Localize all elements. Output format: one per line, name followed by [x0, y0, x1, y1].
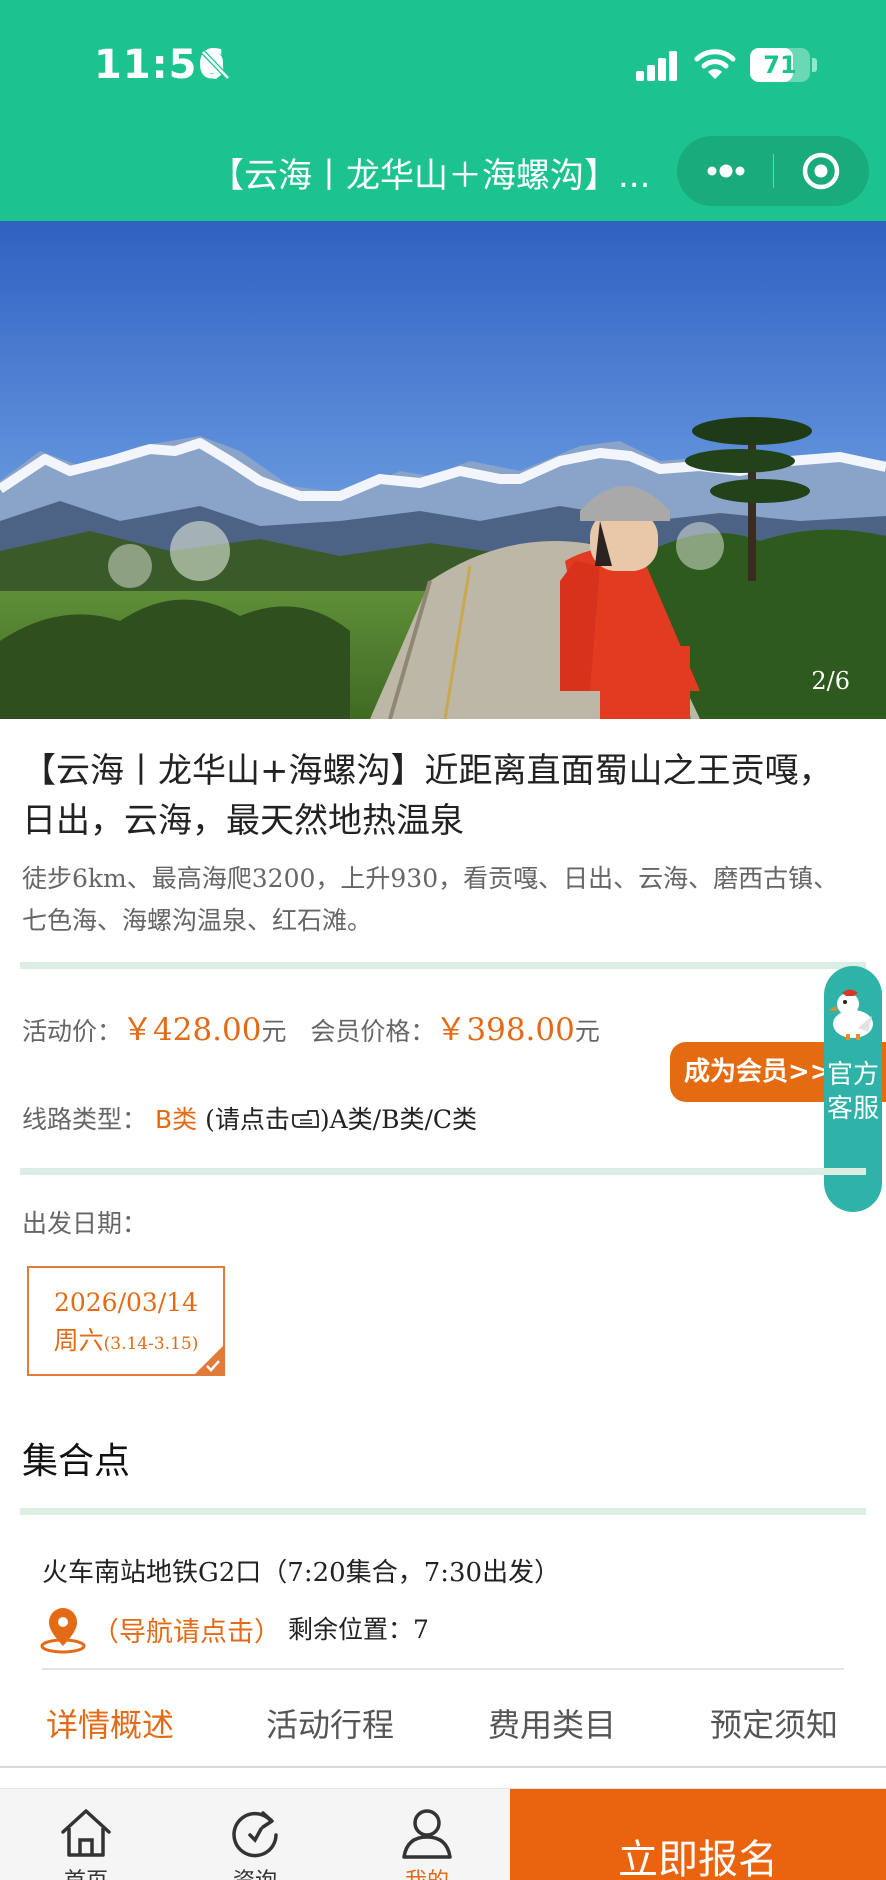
- detail-tabs: 详情概述 活动行程 费用类目 预定须知: [0, 1700, 886, 1764]
- selected-check-icon: [195, 1346, 223, 1374]
- battery-cap: [812, 58, 817, 72]
- capsule-divider: [773, 154, 774, 188]
- more-dots-icon[interactable]: [701, 151, 751, 191]
- departure-weekday-row: 周六(3.14-3.15): [29, 1321, 223, 1357]
- pointing-hand-icon: [291, 1110, 319, 1128]
- nav-mine-label: 我的: [387, 1863, 467, 1880]
- cellular-signal-icon: [636, 51, 677, 81]
- departure-date: 2026/03/14: [53, 1288, 199, 1317]
- wifi-icon: [694, 49, 736, 79]
- refresh-icon: [232, 1811, 278, 1858]
- nav-home[interactable]: 首页: [46, 1807, 126, 1880]
- location-pin-icon[interactable]: [38, 1606, 88, 1654]
- tab-itinerary[interactable]: 活动行程: [266, 1700, 394, 1746]
- home-icon: [61, 1809, 111, 1857]
- duck-mascot-icon: [829, 989, 873, 1040]
- departure-date-option[interactable]: 2026/03/14 周六(3.14-3.15): [27, 1266, 225, 1376]
- meeting-point-title: 集合点: [22, 1441, 131, 1482]
- top-bar: 11:56 71 【云海丨龙华山＋海螺沟】...: [0, 0, 886, 221]
- route-type-row: 线路类型： B类 (请点击 )A类/B类/C类: [22, 1100, 477, 1136]
- remaining-seats-value: 7: [413, 1615, 429, 1644]
- page-title: 【云海丨龙华山＋海螺沟】...: [210, 156, 651, 196]
- tabs-divider: [0, 1766, 886, 1768]
- close-target-icon[interactable]: [797, 151, 845, 191]
- nav-home-label: 首页: [46, 1863, 126, 1880]
- mini-program-capsule: [677, 136, 869, 206]
- departure-date-label: 出发日期：: [22, 1209, 148, 1238]
- customer-service-label: 官方客服: [826, 1060, 879, 1124]
- meeting-location: 火车南站地铁G2口（7:20集合，7:30出发）: [42, 1558, 561, 1588]
- departure-range: (3.14-3.15): [103, 1334, 199, 1354]
- activity-title: 【云海丨龙华山+海螺沟】近距离直面蜀山之王贡嘎，日出，云海，最天然地热温泉: [22, 751, 833, 841]
- activity-price-unit: 元: [261, 1017, 287, 1046]
- signup-button[interactable]: 立即报名: [510, 1789, 886, 1880]
- activity-subtitle: 徒步6km、最高海爬3200，上升930，看贡嘎、日出、云海、磨西古镇、七色海、…: [22, 864, 839, 935]
- hero-photo: [0, 221, 886, 719]
- customer-service-tab[interactable]: 官方客服: [824, 966, 882, 1212]
- member-price-label: 会员价格：: [310, 1017, 436, 1046]
- route-hint-options[interactable]: )A类/B类/C类: [320, 1105, 477, 1134]
- remaining-seats-label: 剩余位置：: [288, 1615, 414, 1644]
- bottom-nav: 首页 资询 我的 立即报名: [0, 1788, 886, 1880]
- section-divider: [20, 962, 866, 969]
- bell-muted-icon: [201, 50, 230, 80]
- member-price: ￥398.00: [435, 1012, 575, 1048]
- activity-price: ￥428.00: [122, 1012, 262, 1048]
- route-type-label: 线路类型：: [22, 1105, 148, 1134]
- navigation-link[interactable]: （导航请点击）: [92, 1610, 281, 1649]
- carousel-counter: 2/6: [811, 667, 850, 695]
- tab-fees[interactable]: 费用类目: [488, 1700, 616, 1746]
- tab-booking-notes[interactable]: 预定须知: [710, 1700, 838, 1746]
- activity-price-label: 活动价：: [22, 1017, 123, 1046]
- battery-percent: 71: [763, 51, 797, 79]
- member-price-unit: 元: [574, 1017, 600, 1046]
- nav-mine[interactable]: 我的: [387, 1807, 467, 1880]
- battery-indicator: 71: [750, 48, 810, 82]
- tab-overview[interactable]: 详情概述: [46, 1700, 174, 1746]
- user-icon: [402, 1809, 452, 1859]
- route-type-value[interactable]: B类: [155, 1105, 197, 1134]
- row-divider: [42, 1668, 844, 1670]
- route-hint-open: (请点击: [205, 1105, 290, 1134]
- section-divider: [20, 1508, 866, 1515]
- departure-weekday: 周六: [53, 1326, 104, 1355]
- remaining-seats: 剩余位置：7: [288, 1610, 429, 1646]
- hero-carousel[interactable]: 2/6: [0, 221, 886, 719]
- section-divider: [20, 1168, 866, 1175]
- nav-consult[interactable]: 资询: [215, 1807, 295, 1880]
- nav-consult-label: 资询: [215, 1863, 295, 1880]
- price-row: 活动价：￥428.00元 会员价格：￥398.00元: [22, 1004, 600, 1049]
